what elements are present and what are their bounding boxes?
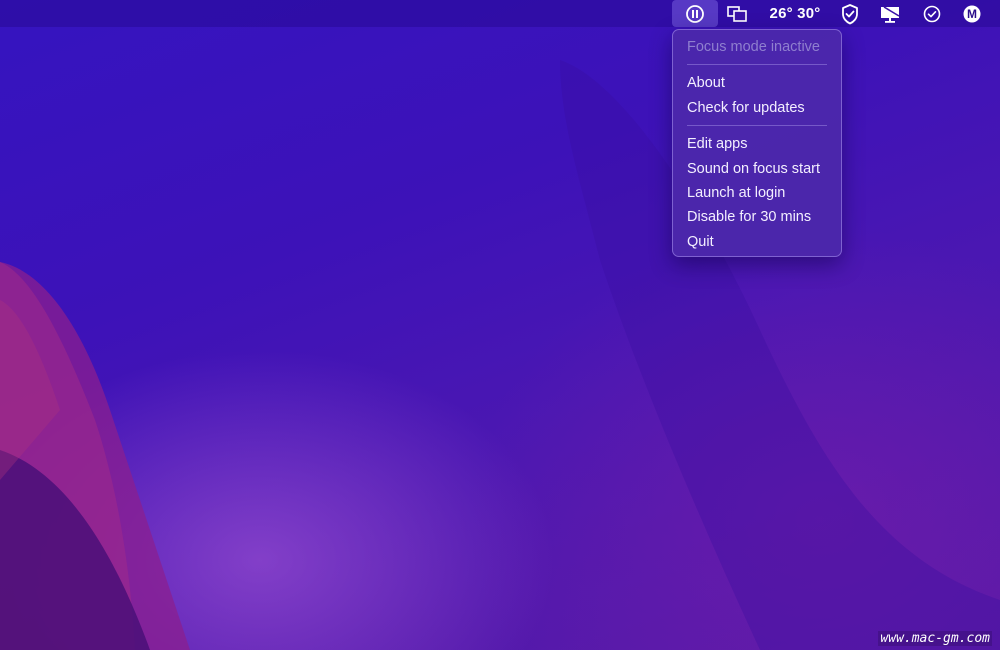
menu-separator <box>687 125 827 127</box>
menu-bar: 26° 30° M <box>0 0 1000 27</box>
overlapping-windows-icon <box>727 5 747 22</box>
menu-status-focus-inactive: Focus mode inactive <box>687 39 820 55</box>
weather-menu-extra[interactable]: 26° 30° <box>760 0 830 27</box>
menu-item-check-updates[interactable]: Check for updates <box>673 96 841 120</box>
menu-item-edit-apps[interactable]: Edit apps <box>673 132 841 156</box>
watermark-text: www.mac-gm.com <box>878 631 992 646</box>
windows-menu-extra[interactable] <box>722 0 752 27</box>
shield-check-icon <box>842 3 858 24</box>
vpn-menu-extra[interactable] <box>836 0 864 27</box>
monitor-icon <box>881 5 900 23</box>
menu-item-disable-30-mins[interactable]: Disable for 30 mins <box>673 205 841 229</box>
wallpaper-waves <box>0 60 1000 650</box>
pause-circle-icon <box>686 4 704 23</box>
menu-item-about[interactable]: About <box>673 71 841 95</box>
weather-temperature: 26° 30° <box>769 5 821 22</box>
menu-item-sound-on-focus-start[interactable]: Sound on focus start <box>673 157 841 181</box>
desktop-wallpaper <box>0 0 1000 650</box>
m-logo-letter: M <box>967 7 977 21</box>
focus-dropdown-menu: Focus mode inactive About Check for upda… <box>672 29 842 257</box>
tasks-menu-extra[interactable] <box>918 0 946 27</box>
menu-item-launch-at-login[interactable]: Launch at login <box>673 181 841 205</box>
m-logo-icon: M <box>963 5 981 22</box>
menu-item-quit[interactable]: Quit <box>673 230 841 254</box>
focus-menu-extra[interactable] <box>672 0 718 27</box>
menu-separator <box>687 64 827 66</box>
app-menu-extra[interactable]: M <box>958 0 986 27</box>
display-menu-extra[interactable] <box>875 0 905 27</box>
check-circle-icon <box>923 5 941 22</box>
